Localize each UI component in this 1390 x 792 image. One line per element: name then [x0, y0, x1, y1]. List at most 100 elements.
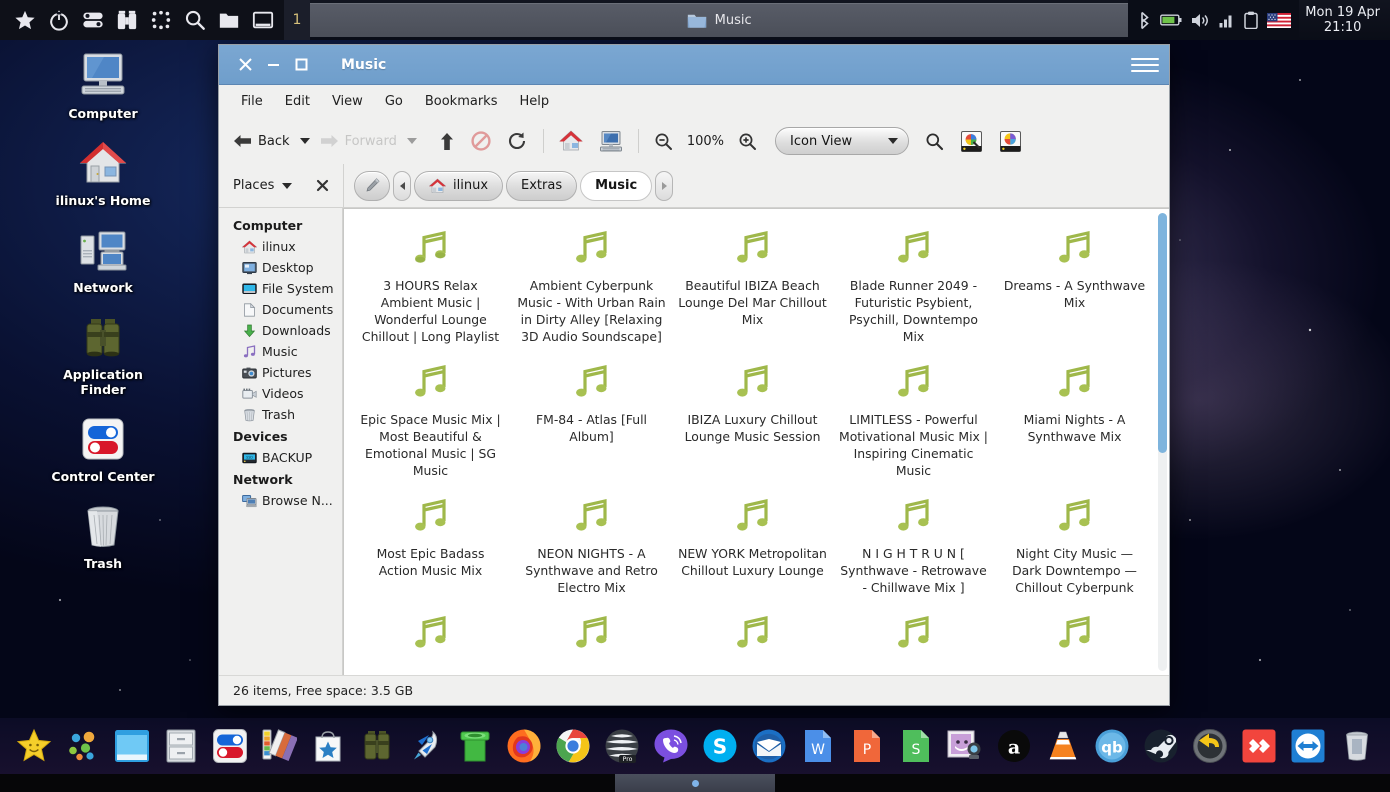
forward-history-caret-icon[interactable]	[406, 138, 417, 144]
file-item[interactable]: Dreams - A Synthwave Mix	[994, 217, 1155, 351]
stop-button[interactable]	[465, 128, 497, 154]
home-button[interactable]	[553, 127, 589, 155]
file-item[interactable]: Ambient Cyberpunk Music - With Urban Rai…	[511, 217, 672, 351]
breadcrumb-scroll-left[interactable]	[393, 170, 411, 201]
dock-app-menu[interactable]	[64, 727, 102, 765]
dock-steam[interactable]	[1142, 727, 1180, 765]
dock-firefox[interactable]	[505, 727, 543, 765]
menu-go[interactable]: Go	[375, 90, 413, 113]
task-button-music[interactable]: Music	[310, 3, 1129, 37]
vertical-scrollbar[interactable]	[1158, 213, 1167, 671]
dock-skype[interactable]: S	[701, 727, 739, 765]
view-mode-select[interactable]: Icon View	[775, 127, 910, 155]
search-icon[interactable]	[184, 9, 206, 31]
window-titlebar[interactable]: Music	[219, 45, 1169, 85]
menu-edit[interactable]: Edit	[275, 90, 320, 113]
file-item[interactable]: NEW YORK Metropolitan Chillout Luxury Lo…	[672, 485, 833, 602]
desktop-icon-home[interactable]: ilinux's Home	[40, 137, 166, 208]
desktop[interactable]: Computer ilinux's Home Network Applicati…	[0, 0, 1390, 792]
desktop-icon-trash[interactable]: Trash	[40, 500, 166, 571]
file-item[interactable]	[511, 602, 672, 668]
close-icon[interactable]	[231, 51, 259, 79]
dock-binoculars[interactable]	[358, 727, 396, 765]
hamburger-icon[interactable]	[1131, 51, 1159, 79]
dock-color-palette[interactable]	[260, 727, 298, 765]
workspace-number[interactable]: 1	[284, 0, 310, 40]
dock-timeshift[interactable]	[1191, 727, 1229, 765]
app-grid-icon[interactable]	[150, 9, 172, 31]
sidebar-item-file-system[interactable]: File System	[219, 278, 342, 299]
scrollbar-thumb[interactable]	[1158, 213, 1167, 453]
menu-file[interactable]: File	[231, 90, 273, 113]
dock-file-cabinet[interactable]	[162, 727, 200, 765]
clock[interactable]: Mon 19 Apr 21:10	[1299, 5, 1390, 35]
file-item[interactable]: FM-84 - Atlas [Full Album]	[511, 351, 672, 485]
sidebar-item-downloads[interactable]: Downloads	[219, 320, 342, 341]
sidebar-item-trash[interactable]: Trash	[219, 404, 342, 425]
dock-audacious[interactable]: a	[995, 727, 1033, 765]
dock[interactable]: Pro S W P S a qb	[0, 718, 1390, 774]
keyboard-layout-flag-icon[interactable]	[1267, 12, 1292, 28]
file-item[interactable]: LIMITLESS - Powerful Motivational Music …	[833, 351, 994, 485]
dock-webcam[interactable]	[946, 727, 984, 765]
file-item[interactable]	[994, 602, 1155, 668]
power-icon[interactable]	[48, 9, 70, 31]
dock-spreadsheet[interactable]: S	[897, 727, 935, 765]
file-list-area[interactable]: 3 HOURS Relax Ambient Music | Wonderful …	[343, 208, 1169, 675]
folder-icon[interactable]	[218, 9, 240, 31]
bluetooth-icon[interactable]	[1138, 11, 1151, 30]
search-button[interactable]	[919, 129, 950, 154]
reload-button[interactable]	[501, 128, 534, 154]
desktop-icon-computer[interactable]: Computer	[40, 50, 166, 121]
file-item[interactable]: NEON NIGHTS - A Synthwave and Retro Elec…	[511, 485, 672, 602]
sidebar-item-browse-network[interactable]: Browse N...	[219, 490, 342, 511]
file-item[interactable]	[833, 602, 994, 668]
back-button[interactable]: Back	[227, 130, 296, 152]
file-item[interactable]: Beautiful IBIZA Beach Lounge Del Mar Chi…	[672, 217, 833, 351]
sidebar-item-desktop[interactable]: Desktop	[219, 257, 342, 278]
menu-help[interactable]: Help	[509, 90, 559, 113]
file-item[interactable]: Night City Music — Dark Downtempo — Chil…	[994, 485, 1155, 602]
edit-path-button[interactable]	[354, 170, 390, 201]
computer-button[interactable]	[593, 127, 629, 155]
sidebar-item-videos[interactable]: Videos	[219, 383, 342, 404]
file-item[interactable]: N I G H T R U N [ Synthwave - Retrowave …	[833, 485, 994, 602]
network-signal-icon[interactable]	[1219, 13, 1235, 28]
zoom-out-button[interactable]	[648, 129, 679, 154]
sidebar-item-documents[interactable]: Documents	[219, 299, 342, 320]
file-item[interactable]	[672, 602, 833, 668]
color-tool-button[interactable]	[993, 127, 1028, 156]
menubar[interactable]: File Edit View Go Bookmarks Help	[219, 85, 1169, 118]
desktop-icon-network[interactable]: Network	[40, 224, 166, 295]
sidebar-item-pictures[interactable]: Pictures	[219, 362, 342, 383]
up-button[interactable]	[433, 129, 461, 154]
file-item[interactable]: Blade Runner 2049 - Futuristic Psybient,…	[833, 217, 994, 351]
maximize-icon[interactable]	[287, 51, 315, 79]
dock-writer[interactable]: W	[799, 727, 837, 765]
dock-software-store[interactable]	[309, 727, 347, 765]
clipboard-icon[interactable]	[1244, 11, 1259, 29]
file-item[interactable]: Miami Nights - A Synthwave Mix	[994, 351, 1155, 485]
dock-chrome[interactable]	[554, 727, 592, 765]
application-finder-icon[interactable]	[116, 9, 138, 31]
desktop-icon-application-finder[interactable]: Application Finder	[40, 311, 166, 397]
system-tray[interactable]	[1128, 0, 1300, 40]
places-header[interactable]: Places	[219, 178, 343, 193]
workspace-pager[interactable]	[615, 774, 775, 792]
file-item[interactable]: Epic Space Music Mix | Most Beautiful & …	[350, 351, 511, 485]
dock-teamviewer[interactable]	[1289, 727, 1327, 765]
file-manager-window[interactable]: Music File Edit View Go Bookmarks Help B…	[218, 44, 1170, 706]
battery-icon[interactable]	[1160, 13, 1182, 27]
breadcrumb[interactable]: ilinux Extras Music	[343, 163, 1169, 208]
dock-control-center[interactable]	[211, 727, 249, 765]
back-history-caret-icon[interactable]	[299, 138, 310, 144]
menu-view[interactable]: View	[322, 90, 373, 113]
top-panel[interactable]: 1 Music Mon 19 Apr 21:10	[0, 0, 1390, 40]
settings-toggle-icon[interactable]	[82, 9, 104, 31]
dock-thunderbird[interactable]	[750, 727, 788, 765]
file-item[interactable]	[350, 602, 511, 668]
minimize-icon[interactable]	[259, 51, 287, 79]
forward-button[interactable]: Forward	[314, 130, 403, 152]
close-sidebar-icon[interactable]	[316, 179, 329, 192]
breadcrumb-extras[interactable]: Extras	[506, 170, 578, 201]
